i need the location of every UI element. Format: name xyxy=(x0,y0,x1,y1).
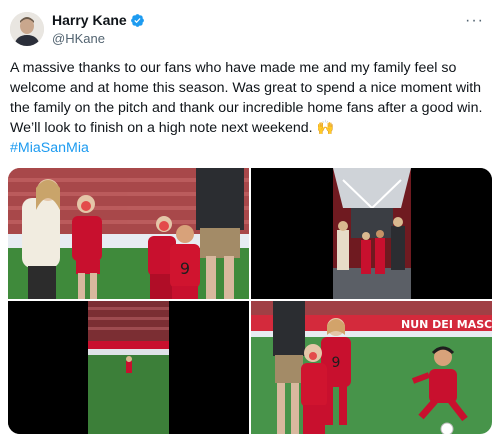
photo-children-with-ball[interactable]: NUN DEI MASCH 9 xyxy=(251,301,492,434)
hashtag-link[interactable]: #MiaSanMia xyxy=(10,140,89,156)
media-grid: 9 NUN DEI MASCH 9 xyxy=(8,168,492,434)
verified-badge-icon xyxy=(130,13,145,28)
photo-child-on-pitch[interactable] xyxy=(8,301,249,434)
svg-text:9: 9 xyxy=(180,259,190,278)
tweet-body: A massive thanks to our fans who have ma… xyxy=(10,60,483,136)
more-options-icon[interactable]: ··· xyxy=(465,12,484,30)
photo-stadium-tunnel[interactable] xyxy=(251,168,492,299)
author-display-name[interactable]: Harry Kane xyxy=(52,12,127,29)
stadium-banner-text: NUN DEI MASCH xyxy=(401,318,492,331)
photo-family-on-pitch[interactable]: 9 xyxy=(8,168,249,299)
author-names: Harry Kane @HKane xyxy=(52,12,145,47)
avatar[interactable] xyxy=(10,12,44,46)
svg-text:9: 9 xyxy=(332,355,341,371)
author-handle[interactable]: @HKane xyxy=(52,30,145,47)
tweet-header: Harry Kane @HKane ··· xyxy=(10,12,490,46)
tweet-text: A massive thanks to our fans who have ma… xyxy=(10,58,492,158)
